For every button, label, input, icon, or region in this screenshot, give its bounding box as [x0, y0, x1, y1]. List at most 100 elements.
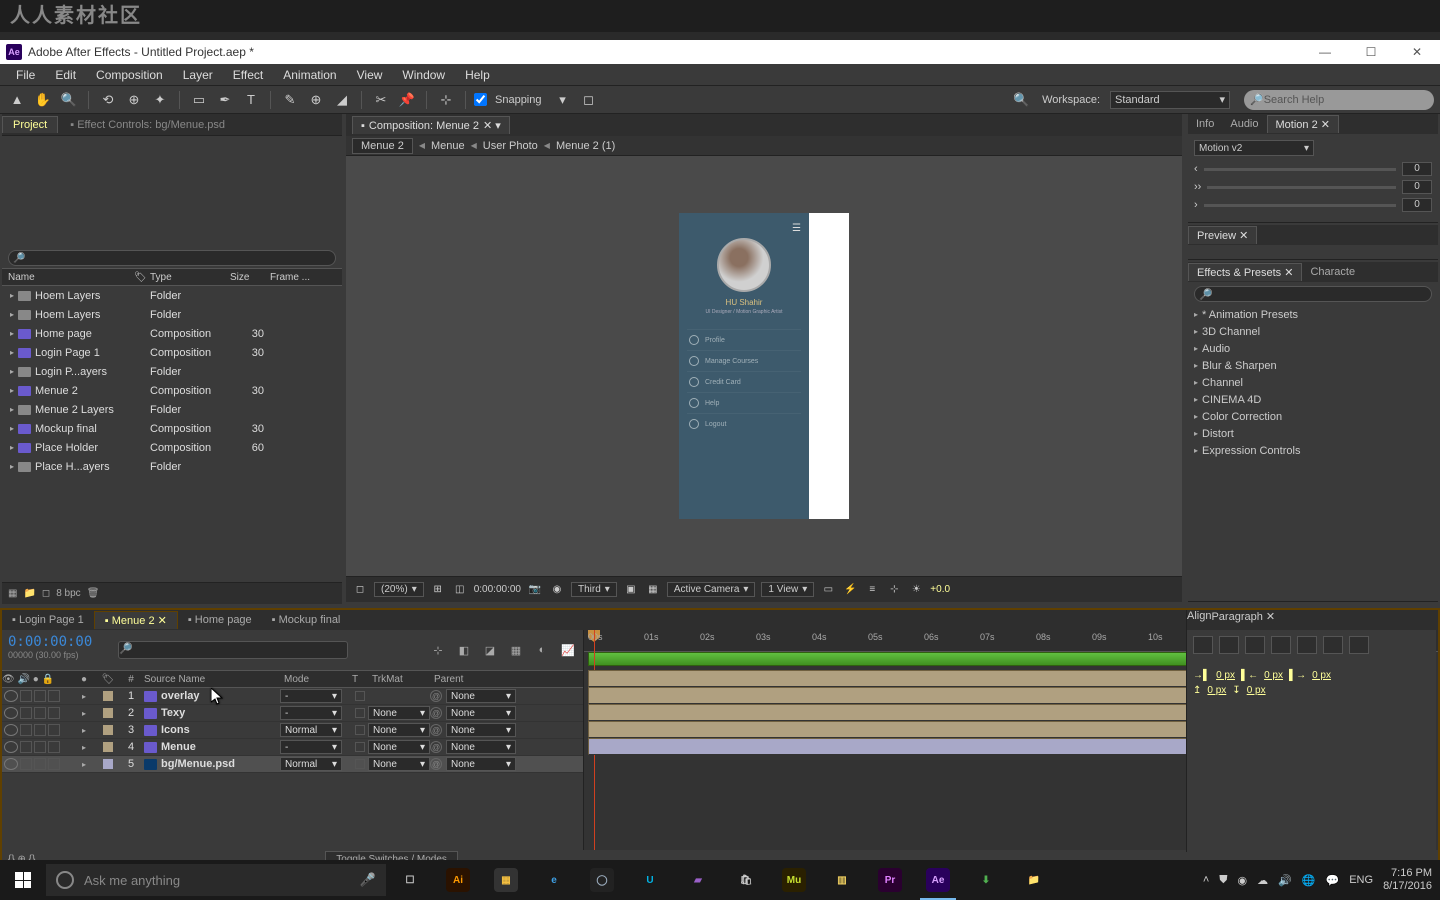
- tray-defender-icon[interactable]: ⛊: [1219, 874, 1227, 887]
- effects-item[interactable]: ▸Blur & Sharpen: [1188, 357, 1438, 374]
- effects-item[interactable]: ▸Color Correction: [1188, 408, 1438, 425]
- new-folder-icon[interactable]: 📁: [23, 588, 35, 599]
- zoom-dropdown[interactable]: (20%) ▾: [374, 582, 424, 597]
- menu-edit[interactable]: Edit: [45, 64, 86, 86]
- text-tool[interactable]: T: [240, 90, 262, 110]
- zoom-tool[interactable]: 🔍: [58, 90, 80, 110]
- menu-layer[interactable]: Layer: [173, 64, 223, 86]
- fast-preview-icon[interactable]: ⚡: [842, 582, 858, 598]
- effect-controls-tab[interactable]: ▪ Effect Controls: bg/Menue.psd: [60, 117, 235, 133]
- info-tab[interactable]: Info: [1188, 116, 1222, 132]
- taskbar-app-illustrator[interactable]: Ai: [434, 860, 482, 900]
- indent-left-value[interactable]: 0 px: [1216, 670, 1235, 681]
- draft3d-icon[interactable]: ◧: [455, 641, 473, 659]
- brush-tool[interactable]: ✎: [279, 90, 301, 110]
- motion-slider-z[interactable]: [1204, 204, 1396, 207]
- taskbar-app-task-view[interactable]: ☐: [386, 860, 434, 900]
- tray-onedrive-icon[interactable]: ☁: [1257, 874, 1268, 887]
- motion-val-y[interactable]: 0: [1402, 180, 1432, 194]
- pan-behind-tool[interactable]: ✦: [149, 90, 171, 110]
- taskbar-app-store[interactable]: 🛍: [722, 860, 770, 900]
- mask-icon[interactable]: ◫: [452, 582, 468, 598]
- project-row[interactable]: ▸Place HolderComposition60: [2, 438, 342, 457]
- effects-item[interactable]: ▸Audio: [1188, 340, 1438, 357]
- effects-tab[interactable]: Effects & Presets ✕: [1188, 263, 1302, 281]
- project-row[interactable]: ▸Menue 2Composition30: [2, 381, 342, 400]
- bc-item[interactable]: Menue 2: [352, 138, 413, 154]
- rectangle-tool[interactable]: ▭: [188, 90, 210, 110]
- project-row[interactable]: ▸Login P...ayersFolder: [2, 362, 342, 381]
- justify-last-center-button[interactable]: [1297, 636, 1317, 654]
- motion-val-x[interactable]: 0: [1402, 162, 1432, 176]
- menu-window[interactable]: Window: [392, 64, 455, 86]
- delete-icon[interactable]: 🗑: [87, 588, 100, 599]
- align-right-button[interactable]: [1245, 636, 1265, 654]
- effects-item[interactable]: ▸Expression Controls: [1188, 442, 1438, 459]
- workspace-dropdown[interactable]: Standard▾: [1110, 91, 1230, 109]
- exposure-reset-icon[interactable]: ☀: [908, 582, 924, 598]
- menu-animation[interactable]: Animation: [273, 64, 346, 86]
- menu-effect[interactable]: Effect: [223, 64, 273, 86]
- new-comp-icon[interactable]: ◻: [42, 588, 50, 599]
- timeline-tab[interactable]: ▪ Mockup final: [262, 612, 351, 628]
- timeline-search[interactable]: 🔎: [118, 641, 348, 659]
- time-display[interactable]: 0:00:00:00: [474, 584, 521, 595]
- bc-item[interactable]: User Photo: [483, 140, 538, 152]
- motion-preset-dropdown[interactable]: Motion v2▾: [1194, 140, 1314, 156]
- timeline-layer[interactable]: ▸3 Icons Normal▾ None▾ @None▾: [2, 722, 583, 739]
- roi-icon[interactable]: ▣: [623, 582, 639, 598]
- resolution-dropdown[interactable]: Third ▾: [571, 582, 617, 597]
- bc-item[interactable]: Menue: [431, 140, 465, 152]
- character-tab[interactable]: Characte: [1302, 264, 1363, 280]
- rotation-tool[interactable]: ⟲: [97, 90, 119, 110]
- taskbar-app-udacity[interactable]: U: [626, 860, 674, 900]
- bpc-label[interactable]: 8 bpc: [56, 588, 80, 599]
- channel-icon[interactable]: ◉: [549, 582, 565, 598]
- taskbar-app-media[interactable]: ▦: [482, 860, 530, 900]
- project-row[interactable]: ▸Login Page 1Composition30: [2, 343, 342, 362]
- hide-shy-icon[interactable]: ◪: [481, 641, 499, 659]
- help-search[interactable]: 🔎 Search Help: [1244, 90, 1434, 110]
- indent-first-value[interactable]: 0 px: [1264, 670, 1283, 681]
- tray-volume-icon[interactable]: 🔊: [1278, 874, 1292, 887]
- motion-slider-y[interactable]: [1207, 186, 1396, 189]
- motion-blur-icon[interactable]: ◐: [533, 641, 551, 659]
- tray-location-icon[interactable]: ◉: [1238, 874, 1248, 887]
- timeline-icon[interactable]: ≡: [864, 582, 880, 598]
- project-search[interactable]: 🔎: [8, 250, 336, 266]
- effects-item[interactable]: ▸3D Channel: [1188, 323, 1438, 340]
- close-button[interactable]: ✕: [1394, 40, 1440, 64]
- hand-tool[interactable]: ✋: [32, 90, 54, 110]
- justify-last-left-button[interactable]: [1271, 636, 1291, 654]
- camera-tool[interactable]: ⊕: [123, 90, 145, 110]
- timecode-display[interactable]: 0:00:00:00 00000 (30.00 fps): [2, 630, 112, 670]
- comp-viewport[interactable]: ☰ HU Shahir UI Designer / Motion Graphic…: [346, 156, 1182, 576]
- tray-lang[interactable]: ENG: [1349, 874, 1373, 886]
- start-button[interactable]: [0, 860, 46, 900]
- timeline-tab[interactable]: ▪ Home page: [178, 612, 262, 628]
- project-row[interactable]: ▸Home pageComposition30: [2, 324, 342, 343]
- comp-mini-flowchart-icon[interactable]: ⊹: [429, 641, 447, 659]
- project-row[interactable]: ▸Hoem LayersFolder: [2, 305, 342, 324]
- align-center-button[interactable]: [1219, 636, 1239, 654]
- effects-item[interactable]: ▸* Animation Presets: [1188, 306, 1438, 323]
- maximize-button[interactable]: ☐: [1348, 40, 1394, 64]
- taskbar-app-notes[interactable]: ▥: [818, 860, 866, 900]
- grid-icon[interactable]: ⊞: [430, 582, 446, 598]
- space-after-value[interactable]: 0 px: [1247, 685, 1266, 696]
- paragraph-tab[interactable]: Paragraph ✕: [1211, 610, 1275, 630]
- space-before-value[interactable]: 0 px: [1207, 685, 1226, 696]
- timeline-layer[interactable]: ▸4 Menue -▾ None▾ @None▾: [2, 739, 583, 756]
- align-left-button[interactable]: [1193, 636, 1213, 654]
- project-row[interactable]: ▸Hoem LayersFolder: [2, 286, 342, 305]
- tray-chevron-icon[interactable]: ˄: [1203, 874, 1209, 886]
- cortana-search[interactable]: Ask me anything🎤: [46, 864, 386, 896]
- effects-item[interactable]: ▸CINEMA 4D: [1188, 391, 1438, 408]
- taskbar-app-aftereffects[interactable]: Ae: [914, 860, 962, 900]
- flowchart-icon[interactable]: ⊹: [886, 582, 902, 598]
- pen-tool[interactable]: ✒: [214, 90, 236, 110]
- project-row[interactable]: ▸Mockup finalComposition30: [2, 419, 342, 438]
- interpret-icon[interactable]: ▦: [8, 588, 17, 599]
- minimize-button[interactable]: —: [1302, 40, 1348, 64]
- timeline-tab[interactable]: ▪ Menue 2 ✕: [94, 611, 178, 629]
